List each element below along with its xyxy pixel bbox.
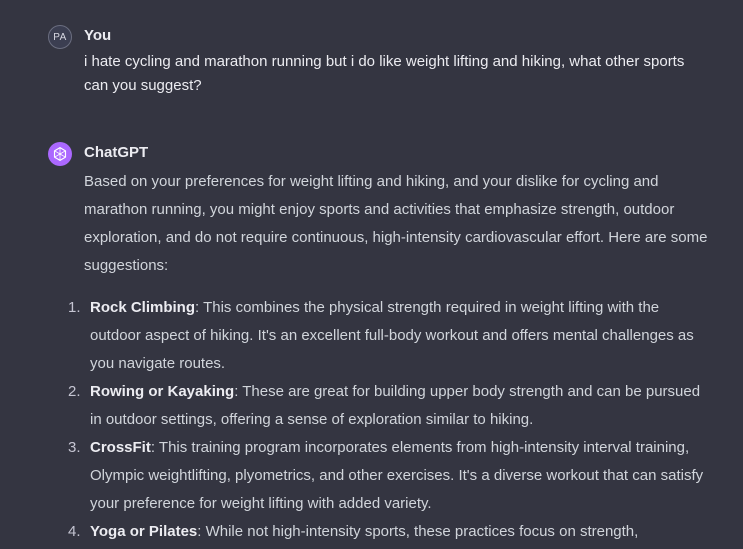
assistant-message-body: Based on your preferences for weight lif… (68, 168, 709, 546)
list-item-title: Yoga or Pilates (90, 523, 198, 540)
list-item-title: Rock Climbing (90, 299, 196, 316)
list-item-number: 1. (68, 299, 81, 316)
user-author-name: You (84, 27, 112, 44)
user-message-text: i hate cycling and marathon running but … (84, 53, 685, 94)
list-item-text: : This training program incorporates ele… (90, 439, 704, 512)
user-avatar: PA (48, 25, 72, 49)
list-item-title: Rowing or Kayaking (90, 383, 235, 400)
list-item-number: 2. (68, 383, 81, 400)
list-item-number: 4. (68, 523, 81, 540)
list-item: 3. CrossFit: This training program incorp… (68, 434, 709, 518)
chat-thread: PA You i hate cycling and marathon runni… (0, 0, 743, 549)
list-item-number: 3. (68, 439, 81, 456)
assistant-author-name: ChatGPT (84, 144, 149, 161)
list-item-title: CrossFit (90, 439, 151, 456)
suggestion-list: 1. Rock Climbing: This combines the physi… (68, 294, 709, 546)
list-item: 4. Yoga or Pilates: While not high-intens… (68, 518, 709, 546)
assistant-intro-text: Based on your preferences for weight lif… (84, 173, 708, 274)
list-item: 2. Rowing or Kayaking: These are great fo… (68, 378, 709, 434)
user-avatar-initials: PA (53, 31, 67, 43)
list-item-text: : While not high-intensity sports, these… (197, 523, 639, 540)
openai-logo-icon (48, 142, 72, 166)
list-item: 1. Rock Climbing: This combines the physi… (68, 294, 709, 378)
